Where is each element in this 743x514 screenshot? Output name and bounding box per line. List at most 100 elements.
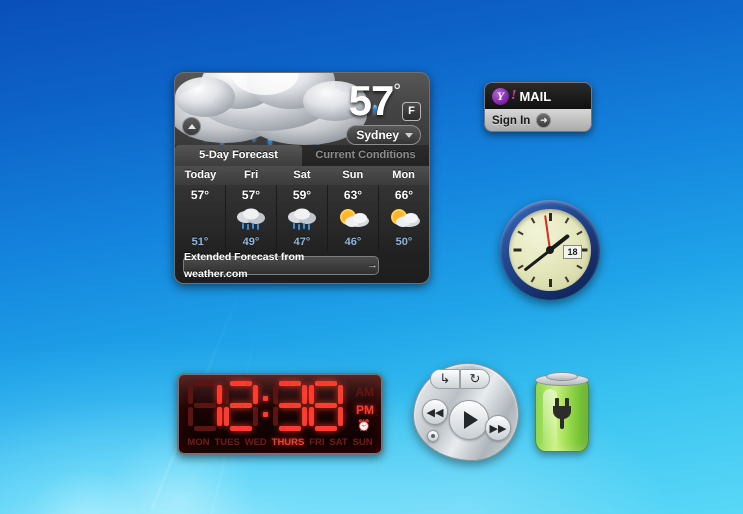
day-wed: WED	[244, 437, 267, 448]
repeat-icon: ↻	[469, 371, 481, 386]
forecast-high: 63°	[343, 188, 363, 202]
plug-icon	[551, 398, 573, 429]
clock-face: 18	[509, 209, 591, 291]
day-label-sat: Sat	[293, 169, 311, 181]
weather-widget-body: 57°F Sydney 5-Day Forecast Current Condi…	[174, 72, 430, 284]
digital-clock-widget[interactable]: AM PM ⏰ MON TUES WED THURS FRI SAT SUN	[177, 373, 383, 455]
clock-tick	[548, 213, 552, 221]
day-label-fri: Fri	[244, 169, 259, 181]
day-thurs: THURS	[271, 437, 305, 448]
digit-minute-ones	[308, 381, 343, 431]
rain-icon	[234, 207, 268, 231]
forecast-column-sun: 63° 46°	[328, 185, 379, 251]
date-window: 18	[563, 245, 582, 259]
tab-5-day-forecast[interactable]: 5-Day Forecast	[175, 145, 302, 166]
clock-tick	[576, 264, 583, 270]
day-sat: SAT	[329, 437, 348, 448]
am-label: AM	[355, 385, 374, 399]
clock-tick	[564, 217, 570, 224]
forecast-high: 57°	[190, 188, 210, 202]
yahoo-signin-bar[interactable]: Sign In ➜	[485, 109, 591, 131]
temperature-value: 57	[348, 77, 395, 124]
forecast-day-header: Today Fri Sat Sun Mon	[175, 166, 429, 186]
meridiem-indicator: AM PM	[355, 383, 374, 417]
yahoo-mail-widget[interactable]: Y ! MAIL Sign In ➜	[484, 82, 592, 132]
clock-tick	[564, 276, 570, 283]
temperature-block: 57°F Sydney	[346, 77, 421, 145]
collapse-button[interactable]	[182, 117, 201, 136]
analog-clock-widget[interactable]: 18	[500, 200, 600, 300]
digit-minute-tens	[272, 381, 307, 431]
day-label-sun: Sun	[342, 169, 364, 181]
city-label: Sydney	[356, 128, 399, 142]
play-icon	[464, 411, 478, 429]
unit-toggle[interactable]: F	[402, 102, 421, 121]
day-sun: SUN	[352, 437, 373, 448]
lens-flare	[30, 470, 140, 514]
shuffle-icon: ↳	[439, 371, 451, 386]
rain-icon	[285, 207, 319, 231]
clock-center-hub	[546, 246, 554, 254]
day-mon: MON	[187, 437, 210, 448]
media-player-widget[interactable]: ↳ ↻ ◀◀ ▶▶	[413, 363, 519, 461]
fast-forward-icon: ▶▶	[489, 422, 507, 435]
yahoo-mail-wordmark: MAIL	[519, 88, 552, 104]
digit-hour-tens	[187, 381, 222, 431]
day-fri: FRI	[309, 437, 325, 448]
rewind-icon: ◀◀	[426, 406, 444, 419]
day-tues: TUES	[214, 437, 240, 448]
forecast-column-today: 57° 51°	[175, 185, 226, 251]
forecast-high: 59°	[292, 188, 312, 202]
dot-icon	[431, 434, 435, 438]
play-button[interactable]	[449, 400, 489, 440]
clock-tick	[548, 279, 552, 287]
time-separator	[260, 389, 271, 423]
forecast-column-fri: 57° 49°	[226, 185, 277, 251]
yahoo-logo-icon: Y	[492, 87, 509, 105]
bell-icon: ⏰	[357, 420, 371, 432]
shuffle-button[interactable]: ↳	[430, 369, 460, 389]
city-dropdown[interactable]: Sydney	[346, 125, 421, 145]
yahoo-exclamation: !	[511, 88, 517, 103]
battery-widget[interactable]	[532, 372, 592, 456]
clock-tick	[530, 217, 536, 224]
menu-button[interactable]	[427, 430, 439, 442]
signin-arrow-icon[interactable]: ➜	[536, 113, 552, 128]
clock-tick	[530, 276, 536, 283]
forecast-low: 50°	[395, 236, 413, 248]
day-label-today: Today	[184, 169, 217, 181]
degree-symbol: °	[393, 81, 401, 102]
day-label-mon: Mon	[392, 169, 415, 181]
clock-tick	[517, 230, 524, 236]
sun-behind-cloud-icon	[387, 207, 421, 231]
forecast-column-sat: 59° 47°	[277, 185, 328, 251]
previous-button[interactable]: ◀◀	[422, 399, 448, 425]
chevron-up-icon	[187, 124, 196, 129]
clock-tick	[513, 248, 521, 252]
forecast-row: 57° 51° 57° 49° 59° 47° 63° 46° 66° 50°	[175, 185, 429, 251]
forecast-column-mon: 66° 50°	[379, 185, 429, 251]
clock-tick	[576, 230, 583, 236]
forecast-high: 66°	[394, 188, 414, 202]
weather-tabs: 5-Day Forecast Current Conditions	[175, 145, 429, 166]
digital-time-display	[185, 379, 345, 433]
arrow-right-icon: →	[367, 259, 378, 271]
weather-widget[interactable]: 57°F Sydney 5-Day Forecast Current Condi…	[174, 72, 430, 284]
next-button[interactable]: ▶▶	[485, 415, 511, 441]
signin-label: Sign In	[492, 114, 531, 127]
desktop-background: 57°F Sydney 5-Day Forecast Current Condi…	[0, 0, 743, 514]
forecast-low: 49°	[242, 236, 260, 248]
extended-forecast-link[interactable]: Extended Forecast from weather.com →	[183, 251, 379, 280]
forecast-icon	[183, 207, 217, 231]
pm-label: PM	[356, 403, 374, 417]
repeat-button[interactable]: ↻	[460, 369, 490, 389]
battery-cap	[546, 372, 578, 381]
extended-forecast-label: Extended Forecast from weather.com	[184, 250, 305, 280]
sun-behind-cloud-icon	[336, 207, 370, 231]
forecast-low: 51°	[191, 236, 209, 248]
forecast-high: 57°	[241, 188, 261, 202]
forecast-low: 47°	[293, 236, 311, 248]
forecast-low: 46°	[344, 236, 362, 248]
digit-hour-ones	[223, 381, 258, 431]
tab-current-conditions[interactable]: Current Conditions	[302, 145, 429, 166]
